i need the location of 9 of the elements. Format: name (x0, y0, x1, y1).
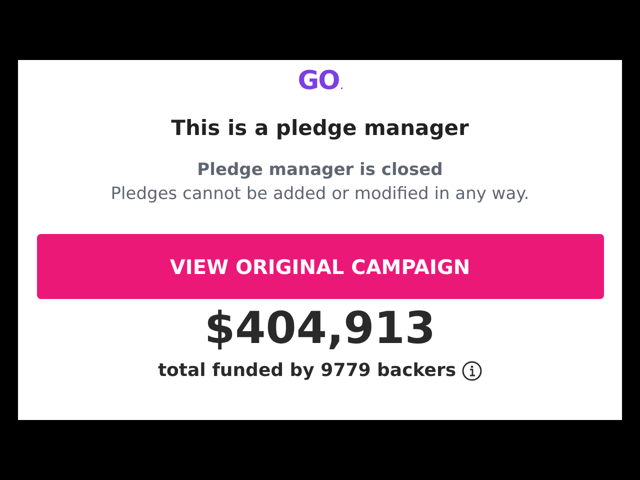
status-message: Pledges cannot be added or modified in any way. (110, 184, 530, 204)
funded-amount: $404,913 (204, 303, 436, 354)
view-campaign-button[interactable]: VIEW ORIGINAL CAMPAIGN (36, 234, 604, 299)
page-heading: This is a pledge manager (171, 116, 469, 140)
backers-caption: total funded by 9779 backers (158, 360, 456, 381)
info-icon[interactable] (462, 360, 482, 380)
logo-dot: . (340, 82, 342, 91)
logo: GO (298, 66, 340, 96)
status-title: Pledge manager is closed (197, 160, 443, 180)
